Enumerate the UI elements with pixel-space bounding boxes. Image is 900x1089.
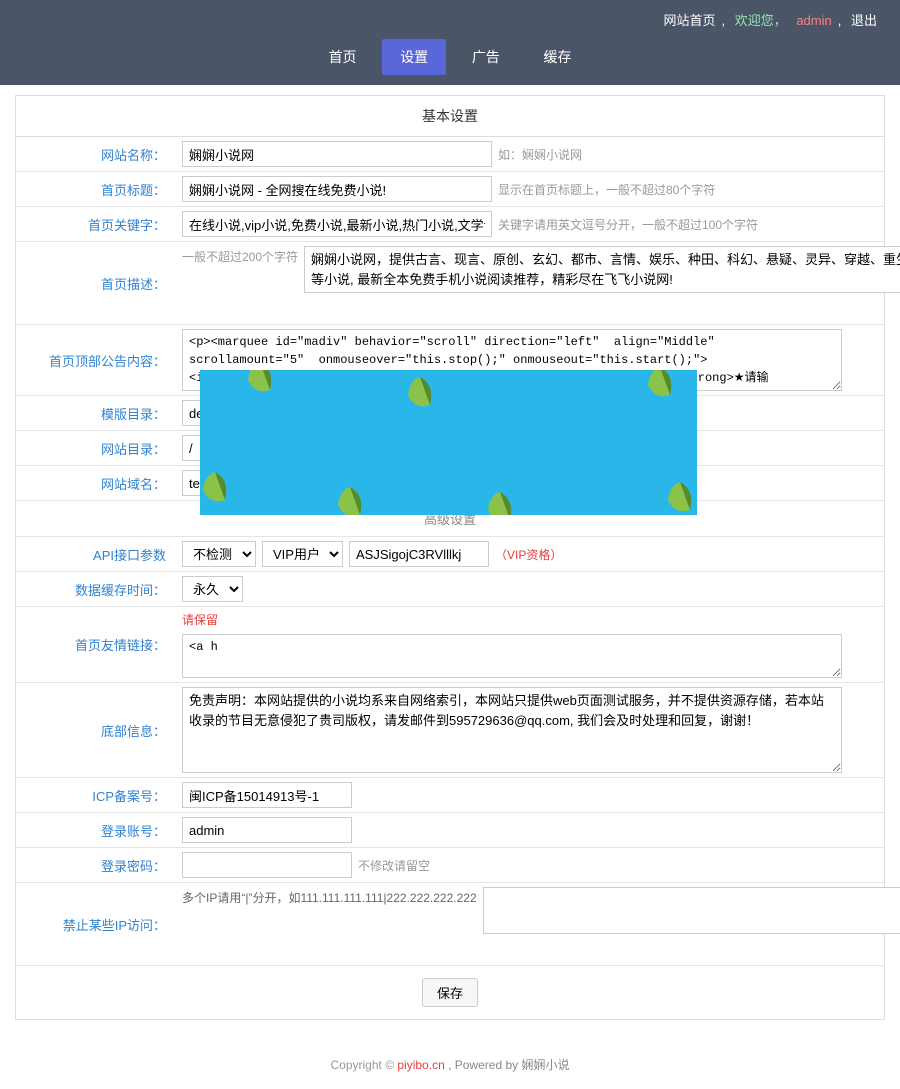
site-name-input[interactable] [182, 141, 492, 167]
admin-name: admin [796, 13, 831, 28]
cache-select[interactable]: 永久 [182, 576, 243, 602]
welcome-text: 欢迎您， [735, 13, 787, 28]
label-footer-info: 底部信息： [16, 683, 176, 777]
label-site-name: 网站名称： [16, 137, 176, 171]
description-hint: 一般不超过200个字符 [182, 246, 298, 320]
section-advanced: 高级设置 [16, 501, 884, 537]
label-home-title: 首页标题： [16, 172, 176, 206]
nav-settings[interactable]: 设置 [382, 39, 446, 75]
label-cache: 数据缓存时间： [16, 572, 176, 606]
save-button[interactable]: 保存 [422, 978, 478, 1007]
header: 网站首页, 欢迎您， admin, 退出 首页 设置 广告 缓存 [0, 0, 900, 85]
label-links: 首页友情链接： [16, 607, 176, 682]
label-template: 模版目录： [16, 396, 176, 430]
logout-link[interactable]: 退出 [851, 13, 877, 28]
site-dir-input[interactable] [182, 435, 352, 461]
settings-panel: 基本设置 网站名称： 如：娴娴小说网 首页标题： 显示在首页标题上，一般不超过8… [15, 95, 885, 1020]
icp-input[interactable] [182, 782, 352, 808]
nav-home[interactable]: 首页 [311, 39, 375, 75]
keywords-input[interactable] [182, 211, 492, 237]
block-ip-hint: 多个IP请用“|”分开，如111.111.111.111|222.222.222… [182, 887, 477, 961]
label-icp: ICP备案号： [16, 778, 176, 812]
login-input[interactable] [182, 817, 352, 843]
api-check-select[interactable]: 不检测 [182, 541, 256, 567]
home-title-input[interactable] [182, 176, 492, 202]
label-notice: 首页顶部公告内容： [16, 325, 176, 395]
links-warn: 请保留 [182, 611, 218, 628]
footer: Copyright © piyibo.cn , Powered by 娴娴小说 [0, 1040, 900, 1089]
nav-cache[interactable]: 缓存 [525, 39, 589, 75]
home-link[interactable]: 网站首页 [663, 13, 715, 28]
label-api: API接口参数 [16, 537, 176, 571]
label-description: 首页描述： [16, 242, 176, 324]
keywords-hint: 关键字请用英文逗号分开，一般不超过100个字符 [498, 216, 758, 233]
home-title-hint: 显示在首页标题上，一般不超过80个字符 [498, 181, 715, 198]
api-user-select[interactable]: VIP用户 [262, 541, 343, 567]
label-password: 登录密码： [16, 848, 176, 882]
password-hint: 不修改请留空 [358, 857, 430, 874]
template-input[interactable] [182, 400, 252, 426]
label-keywords: 首页关键字： [16, 207, 176, 241]
password-input[interactable] [182, 852, 352, 878]
label-site-dir: 网站目录： [16, 431, 176, 465]
footer-product: 娴娴小说 [521, 1058, 569, 1072]
site-dir-hint: 根目录请填写 / ，子目录请填写如：/xx/ [358, 440, 567, 457]
site-name-hint: 如：娴娴小说网 [498, 146, 582, 163]
template-hint: 模板存放在view目录下，默认：default [338, 405, 542, 422]
domain-input[interactable] [182, 470, 352, 496]
label-block-ip: 禁止某些IP访问： [16, 883, 176, 965]
panel-title: 基本设置 [16, 96, 884, 137]
nav: 首页 设置 广告 缓存 [0, 39, 900, 85]
api-key-input[interactable] [349, 541, 489, 567]
block-ip-textarea[interactable] [483, 887, 900, 934]
footer-info-textarea[interactable]: 免责声明：本网站提供的小说均系来自网络索引，本网站只提供web页面测试服务，并不… [182, 687, 842, 773]
template-select[interactable]: 经典版 [258, 400, 332, 426]
links-textarea[interactable]: <a h [182, 634, 842, 678]
label-login: 登录账号： [16, 813, 176, 847]
notice-textarea[interactable]: <p><marquee id="madiv" behavior="scroll"… [182, 329, 842, 391]
footer-site-link[interactable]: piyibo.cn [397, 1058, 444, 1072]
description-textarea[interactable]: 娴娴小说网，提供古言、现言、原创、玄幻、都市、言情、娱乐、种田、科幻、悬疑、灵异… [304, 246, 900, 293]
header-top: 网站首页, 欢迎您， admin, 退出 [0, 0, 900, 39]
api-hint: （VIP资格） [495, 546, 562, 563]
label-domain: 网站域名： [16, 466, 176, 500]
nav-ads[interactable]: 广告 [454, 39, 518, 75]
